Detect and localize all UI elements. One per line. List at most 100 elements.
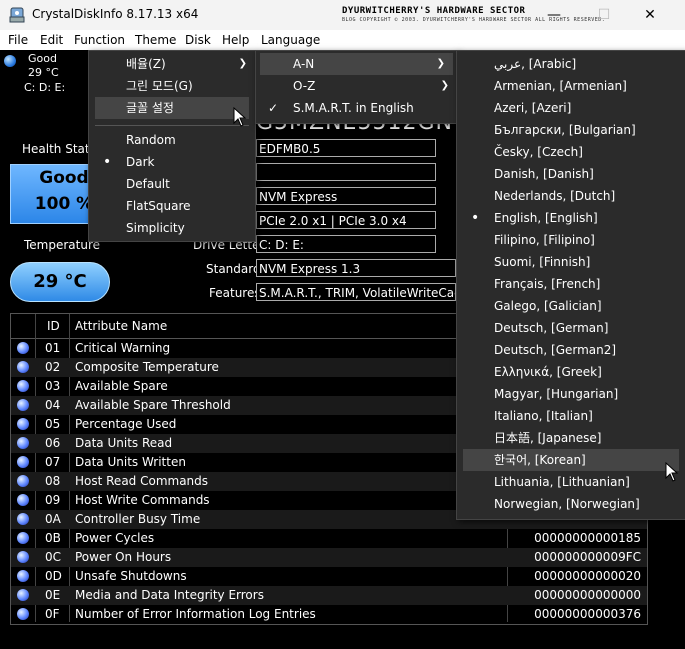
language-item[interactable]: Filipino, [Filipino]	[457, 229, 685, 251]
menu-item-a-n[interactable]: A-N ❯	[260, 53, 453, 75]
menu-disk[interactable]: Disk	[185, 33, 211, 47]
submenu-arrow-icon: ❯	[440, 80, 449, 91]
attribute-name: Power Cycles	[75, 531, 155, 545]
language-label: Azeri, [Azeri]	[494, 101, 572, 115]
language-item[interactable]: 한국어, [Korean]	[463, 449, 679, 471]
language-item[interactable]: Lithuania, [Lithuanian]	[457, 471, 685, 493]
standard-label: Standard	[206, 262, 261, 276]
table-row[interactable]: 0F Number of Error Information Log Entrie…	[11, 605, 647, 624]
menu-item-default[interactable]: Default	[89, 173, 255, 195]
close-icon: ✕	[644, 7, 656, 23]
header-id[interactable]: ID	[47, 319, 60, 333]
language-label: Deutsch, [German2]	[494, 343, 617, 357]
window-title: CrystalDiskInfo 8.17.13 x64	[32, 7, 199, 21]
attribute-name: Media and Data Integrity Errors	[75, 588, 264, 602]
menu-item-label: A-N	[293, 57, 315, 71]
language-item[interactable]: Armenian, [Armenian]	[457, 75, 685, 97]
attribute-id: 05	[45, 417, 61, 431]
menu-item-dark[interactable]: • Dark	[89, 151, 255, 173]
menu-item-label: S.M.A.R.T. in English	[293, 101, 414, 115]
drive-status-icon	[4, 55, 16, 67]
menu-item-green-mode[interactable]: 그린 모드(G)	[89, 75, 255, 97]
drive-tab[interactable]: Good 29 °C C: D: E:	[2, 51, 86, 95]
menu-item-flatsquare[interactable]: FlatSquare	[89, 195, 255, 217]
language-menu: A-N ❯ O-Z ❯ ✓ S.M.A.R.T. in English	[255, 50, 458, 124]
menu-item-label: 글꼴 설정	[126, 101, 174, 115]
status-led-icon	[17, 570, 29, 582]
attribute-id: 06	[45, 436, 61, 450]
status-led-icon	[17, 437, 29, 449]
menu-item-smart-english[interactable]: ✓ S.M.A.R.T. in English	[256, 97, 457, 119]
menu-theme[interactable]: Theme	[135, 33, 176, 47]
language-item[interactable]: 日本語, [Japanese]	[457, 427, 685, 449]
language-item[interactable]: Deutsch, [German2]	[457, 339, 685, 361]
menu-item-font-settings[interactable]: 글꼴 설정	[95, 97, 249, 119]
attribute-name: Data Units Written	[75, 455, 186, 469]
language-label: Danish, [Danish]	[494, 167, 594, 181]
language-item[interactable]: Български, [Bulgarian]	[457, 119, 685, 141]
language-item[interactable]: Suomi, [Finnish]	[457, 251, 685, 273]
language-label: 日本語, [Japanese]	[494, 431, 602, 445]
attribute-name: Available Spare	[75, 379, 168, 393]
menu-file[interactable]: File	[8, 33, 28, 47]
maximize-button[interactable]: ☐	[581, 0, 627, 30]
maximize-icon: ☐	[597, 7, 611, 23]
transfer-mode-field: PCIe 2.0 x1 | PCIe 3.0 x4	[256, 211, 436, 229]
raw-value: 00000000000185	[534, 531, 641, 545]
close-button[interactable]: ✕	[627, 0, 673, 30]
status-led-icon	[17, 608, 29, 620]
menu-item-simplicity[interactable]: Simplicity	[89, 217, 255, 239]
status-led-icon	[17, 589, 29, 601]
language-item[interactable]: عربي, [Arabic]	[457, 53, 685, 75]
menu-function[interactable]: Function	[74, 33, 125, 47]
status-led-icon	[17, 513, 29, 525]
language-item[interactable]: Ελληνικά, [Greek]	[457, 361, 685, 383]
language-label: Български, [Bulgarian]	[494, 123, 636, 137]
temperature-box: 29 °C	[10, 262, 110, 302]
attribute-name: Host Read Commands	[75, 474, 209, 488]
menu-item-label: 배율(Z)	[126, 57, 166, 71]
raw-value: 00000000000376	[534, 607, 641, 621]
language-item[interactable]: Nederlands, [Dutch]	[457, 185, 685, 207]
raw-value: 00000000000000	[534, 588, 641, 602]
menu-item-random[interactable]: Random	[89, 129, 255, 151]
firmware-field: EDFMB0.5	[256, 139, 436, 157]
language-item[interactable]: Norwegian, [Norwegian]	[457, 493, 685, 515]
attribute-id: 09	[45, 493, 61, 507]
table-row[interactable]: 0B Power Cycles 00000000000185	[11, 529, 647, 548]
menu-item-label: O-Z	[293, 79, 316, 93]
language-item[interactable]: Česky, [Czech]	[457, 141, 685, 163]
table-row[interactable]: 0C Power On Hours 000000000009FC	[11, 548, 647, 567]
menu-item-zoom[interactable]: 배율(Z) ❯	[89, 53, 255, 75]
attribute-id: 0B	[45, 531, 61, 545]
language-item[interactable]: Azeri, [Azeri]	[457, 97, 685, 119]
menu-edit[interactable]: Edit	[40, 33, 63, 47]
attribute-name: Composite Temperature	[75, 360, 219, 374]
app-window: CrystalDiskInfo 8.17.13 x64 DYURWITCHERR…	[0, 0, 685, 649]
menu-item-label: FlatSquare	[126, 199, 191, 213]
attribute-id: 01	[45, 341, 61, 355]
language-item[interactable]: Danish, [Danish]	[457, 163, 685, 185]
table-row[interactable]: 0E Media and Data Integrity Errors 0000000…	[11, 586, 647, 605]
language-label: Armenian, [Armenian]	[494, 79, 627, 93]
language-item[interactable]: Français, [French]	[457, 273, 685, 295]
language-item[interactable]: Deutsch, [German]	[457, 317, 685, 339]
language-label: 한국어, [Korean]	[494, 453, 586, 467]
language-item[interactable]: • English, [English]	[457, 207, 685, 229]
raw-value: 00000000000020	[534, 569, 641, 583]
status-led-icon	[17, 361, 29, 373]
header-attribute-name[interactable]: Attribute Name	[75, 319, 167, 333]
attribute-name: Power On Hours	[75, 550, 172, 564]
language-label: Filipino, [Filipino]	[494, 233, 595, 247]
attribute-id: 0A	[45, 512, 61, 526]
table-row[interactable]: 0D Unsafe Shutdowns 00000000000020	[11, 567, 647, 586]
menu-help[interactable]: Help	[222, 33, 249, 47]
menu-item-o-z[interactable]: O-Z ❯	[256, 75, 457, 97]
language-item[interactable]: Galego, [Galician]	[457, 295, 685, 317]
language-label: Français, [French]	[494, 277, 601, 291]
drive-status: Good	[28, 52, 57, 65]
language-item[interactable]: Italiano, [Italian]	[457, 405, 685, 427]
minimize-button[interactable]: —	[531, 0, 577, 30]
language-item[interactable]: Magyar, [Hungarian]	[457, 383, 685, 405]
menu-language[interactable]: Language	[261, 33, 320, 47]
